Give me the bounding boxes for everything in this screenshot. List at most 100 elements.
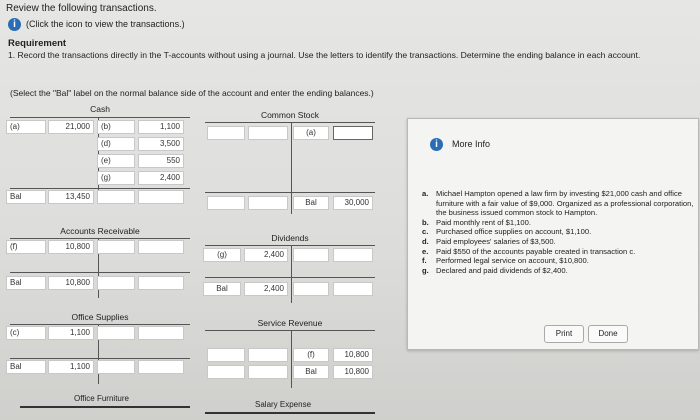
t-account-top-rule bbox=[205, 122, 375, 123]
common-stock-credit-label[interactable]: (a) bbox=[293, 126, 329, 140]
cash-credit-amount[interactable]: 550 bbox=[138, 154, 184, 168]
transaction-letter: g. bbox=[422, 265, 429, 275]
transaction-letter: a. bbox=[422, 189, 429, 198]
requirement-title: Requirement bbox=[8, 38, 67, 49]
account-title-dividends: Dividends bbox=[271, 233, 309, 243]
transaction-item: d. Paid employees' salaries of $3,500. bbox=[422, 237, 698, 247]
t-account-balance-rule bbox=[205, 277, 375, 278]
transaction-letter: f. bbox=[422, 256, 427, 266]
ar-debit-amount[interactable]: 10,800 bbox=[48, 240, 94, 254]
office-supplies-balance-amount[interactable]: 1,100 bbox=[48, 360, 94, 374]
cash-credit-label[interactable]: (d) bbox=[97, 137, 135, 151]
instruction-text: (Select the "Bal" label on the normal ba… bbox=[10, 88, 374, 98]
info-icon: i bbox=[430, 138, 443, 151]
cash-credit-label[interactable]: (g) bbox=[97, 171, 135, 185]
account-title-salary-expense: Salary Expense bbox=[255, 400, 312, 409]
service-revenue-balance-label[interactable]: Bal bbox=[293, 365, 329, 379]
t-account-top-rule bbox=[205, 412, 375, 414]
cash-credit-label[interactable]: (b) bbox=[97, 120, 135, 134]
cash-credit-amount[interactable]: 1,100 bbox=[138, 120, 184, 134]
transaction-item: e. Paid $550 of the accounts payable cre… bbox=[422, 247, 698, 257]
t-account-common-stock: Common Stock bbox=[205, 110, 375, 214]
common-stock-debit-amount[interactable] bbox=[248, 126, 288, 140]
transaction-item: f. Performed legal service on account, $… bbox=[422, 256, 698, 266]
office-supplies-credit-label[interactable] bbox=[97, 326, 135, 340]
transaction-text: Paid monthly rent of $1,100. bbox=[436, 217, 531, 227]
account-title-accounts-receivable: Accounts Receivable bbox=[60, 226, 140, 236]
transaction-text: Michael Hampton opened a law firm by inv… bbox=[436, 189, 694, 218]
ar-credit-amount[interactable] bbox=[138, 240, 184, 254]
common-stock-balance-label[interactable]: Bal bbox=[293, 196, 329, 210]
transaction-letter: e. bbox=[422, 246, 429, 256]
cash-credit-label[interactable]: (e) bbox=[97, 154, 135, 168]
dividends-credit-label[interactable] bbox=[293, 248, 329, 262]
account-title-service-revenue: Service Revenue bbox=[257, 318, 323, 328]
more-info-title: More Info bbox=[452, 139, 491, 149]
service-revenue-balance-amount[interactable]: 10,800 bbox=[333, 365, 373, 379]
dividends-balance-label[interactable]: Bal bbox=[203, 282, 241, 296]
transaction-text: Declared and paid dividends of $2,400. bbox=[436, 265, 568, 275]
transaction-list: a. Michael Hampton opened a law firm by … bbox=[422, 189, 698, 275]
cash-balance-label[interactable]: Bal bbox=[6, 190, 46, 204]
review-text: Review the following transactions. bbox=[6, 3, 157, 14]
done-button[interactable]: Done bbox=[588, 325, 628, 343]
transaction-text: Paid employees' salaries of $3,500. bbox=[436, 236, 556, 246]
ar-balance-amount[interactable]: 10,800 bbox=[48, 276, 94, 290]
dividends-debit-label[interactable]: (g) bbox=[203, 248, 241, 262]
t-account-top-rule bbox=[10, 117, 190, 118]
service-revenue-debit-amount[interactable] bbox=[248, 348, 288, 362]
cash-debit-label[interactable]: (a) bbox=[6, 120, 46, 134]
office-supplies-credit-balance-label[interactable] bbox=[97, 360, 135, 374]
t-account-top-rule bbox=[205, 245, 375, 246]
common-stock-balance-amount[interactable]: 30,000 bbox=[333, 196, 373, 210]
t-account-divider bbox=[291, 330, 292, 388]
office-supplies-credit-amount[interactable] bbox=[138, 326, 184, 340]
service-revenue-debit-balance-amount[interactable] bbox=[248, 365, 288, 379]
office-supplies-credit-balance-amount[interactable] bbox=[138, 360, 184, 374]
ar-debit-label[interactable]: (f) bbox=[6, 240, 46, 254]
t-account-top-rule bbox=[10, 324, 190, 325]
dividends-credit-balance-label[interactable] bbox=[293, 282, 329, 296]
service-revenue-debit-label[interactable] bbox=[207, 348, 245, 362]
common-stock-credit-amount[interactable] bbox=[333, 126, 373, 140]
info-icon[interactable]: i bbox=[8, 18, 21, 31]
ar-credit-balance-label[interactable] bbox=[97, 276, 135, 290]
common-stock-debit-balance-label[interactable] bbox=[207, 196, 245, 210]
service-revenue-credit-label[interactable]: (f) bbox=[293, 348, 329, 362]
common-stock-debit-balance-amount[interactable] bbox=[248, 196, 288, 210]
dividends-debit-amount[interactable]: 2,400 bbox=[244, 248, 288, 262]
transaction-text: Performed legal service on account, $10,… bbox=[436, 256, 589, 266]
view-transactions-link[interactable]: (Click the icon to view the transactions… bbox=[26, 19, 185, 29]
t-account-top-rule bbox=[20, 406, 190, 408]
t-account-top-rule bbox=[205, 330, 375, 331]
ar-credit-balance-amount[interactable] bbox=[138, 276, 184, 290]
more-info-panel: i More Info a. Michael Hampton opened a … bbox=[407, 118, 699, 350]
cash-credit-balance-amount[interactable] bbox=[138, 190, 184, 204]
cash-debit-amount[interactable]: 21,000 bbox=[48, 120, 94, 134]
dividends-credit-balance-amount[interactable] bbox=[333, 282, 373, 296]
service-revenue-debit-balance-label[interactable] bbox=[207, 365, 245, 379]
ar-credit-label[interactable] bbox=[97, 240, 135, 254]
t-account-balance-rule bbox=[10, 272, 190, 273]
ar-balance-label[interactable]: Bal bbox=[6, 276, 46, 290]
transaction-item: b. Paid monthly rent of $1,100. bbox=[422, 218, 698, 228]
cash-credit-balance-label[interactable] bbox=[97, 190, 135, 204]
common-stock-debit-label[interactable] bbox=[207, 126, 245, 140]
service-revenue-credit-amount[interactable]: 10,800 bbox=[333, 348, 373, 362]
office-supplies-debit-label[interactable]: (c) bbox=[6, 326, 46, 340]
cash-credit-amount[interactable]: 2,400 bbox=[138, 171, 184, 185]
dividends-balance-amount[interactable]: 2,400 bbox=[244, 282, 288, 296]
dividends-credit-amount[interactable] bbox=[333, 248, 373, 262]
cash-balance-amount[interactable]: 13,450 bbox=[48, 190, 94, 204]
transaction-item: c. Purchased office supplies on account,… bbox=[422, 227, 698, 237]
cash-credit-amount[interactable]: 3,500 bbox=[138, 137, 184, 151]
office-supplies-debit-amount[interactable]: 1,100 bbox=[48, 326, 94, 340]
t-account-top-rule bbox=[10, 238, 190, 239]
office-supplies-balance-label[interactable]: Bal bbox=[6, 360, 46, 374]
account-title-office-supplies: Office Supplies bbox=[71, 312, 129, 322]
t-account-balance-rule bbox=[10, 358, 190, 359]
account-title-office-furniture: Office Furniture bbox=[74, 394, 129, 403]
print-button[interactable]: Print bbox=[544, 325, 584, 343]
transaction-text: Purchased office supplies on account, $1… bbox=[436, 227, 592, 237]
t-account-divider bbox=[291, 122, 292, 214]
